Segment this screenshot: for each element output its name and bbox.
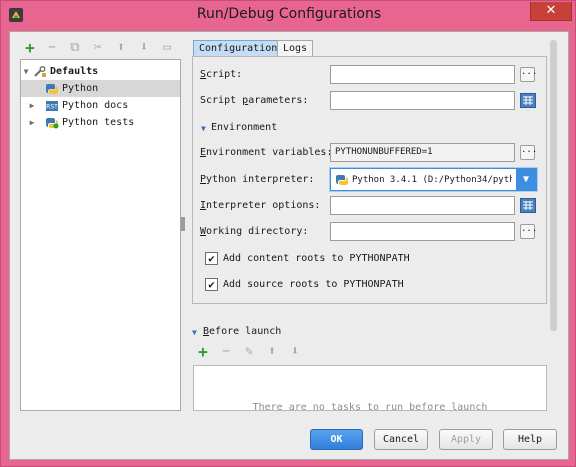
splitter-handle[interactable] xyxy=(181,217,185,231)
help-button[interactable]: Help xyxy=(503,429,557,450)
chevron-down-icon[interactable]: ▼ xyxy=(516,169,536,190)
close-button[interactable]: ✕ xyxy=(530,2,572,21)
interpreter-options-input[interactable] xyxy=(330,196,515,215)
edit-env-vars-button[interactable]: ... xyxy=(520,145,537,160)
add-config-button[interactable]: + xyxy=(22,38,38,57)
script-parameters-label: Script parameters: xyxy=(200,95,308,106)
working-directory-input[interactable] xyxy=(330,222,515,241)
title-bar[interactable]: Run/Debug Configurations ✕ xyxy=(1,1,576,29)
tree-item-label: Python docs xyxy=(62,100,129,111)
tree-item-defaults[interactable]: ▼ Defaults xyxy=(21,63,180,80)
run-debug-window: Run/Debug Configurations ✕ + − ⧉ ✂ ⬆ ⬇ ▭… xyxy=(0,0,576,467)
working-directory-label: Working directory: xyxy=(200,226,308,237)
expand-arrow-icon[interactable]: ▶ xyxy=(21,101,43,110)
tab-logs[interactable]: Logs xyxy=(277,40,314,57)
svg-text:RST: RST xyxy=(46,103,58,110)
environment-section-label: Environment xyxy=(211,122,278,133)
edit-task-button[interactable]: ✎ xyxy=(241,344,257,359)
content-roots-checkbox[interactable]: ✔ xyxy=(205,252,218,265)
label-text: ython interpreter: xyxy=(206,174,315,185)
config-tree[interactable]: ▼ Defaults Python ▶ RST Python docs ▶ Py… xyxy=(20,59,181,411)
interpreter-options-label: Interpreter options: xyxy=(200,200,320,211)
python-icon xyxy=(46,83,58,94)
tree-item-python-docs[interactable]: ▶ RST Python docs xyxy=(21,97,180,114)
move-down-button[interactable]: ⬇ xyxy=(136,40,152,55)
python-interpreter-label: Python interpreter: xyxy=(200,174,314,185)
environment-variables-label: Environment variables: xyxy=(200,147,332,158)
content-roots-label: Add content roots to PYTHONPATH xyxy=(223,253,410,264)
tree-item-label: Defaults xyxy=(50,66,99,77)
edit-defaults-button[interactable]: ✂ xyxy=(90,40,106,55)
remove-config-button[interactable]: − xyxy=(44,40,60,55)
configuration-panel: Script: ... Script parameters: ▼ Environ… xyxy=(192,56,547,304)
add-task-button[interactable]: + xyxy=(195,342,211,361)
expand-table-icon[interactable] xyxy=(520,198,536,213)
remove-task-button[interactable]: − xyxy=(218,344,234,359)
script-input[interactable] xyxy=(330,65,515,84)
label-text: orking directory: xyxy=(206,226,309,237)
vertical-scrollbar[interactable] xyxy=(550,40,557,331)
python-tests-icon xyxy=(46,117,59,128)
collapse-arrow-icon[interactable]: ▼ xyxy=(21,67,31,76)
environment-variables-field[interactable]: PYTHONUNBUFFERED=1 xyxy=(330,143,515,162)
move-task-down-button[interactable]: ⬇ xyxy=(287,344,303,359)
section-collapse-icon[interactable]: ▼ xyxy=(201,124,206,133)
before-launch-task-list[interactable]: There are no tasks to run before launch xyxy=(193,365,547,411)
python-docs-icon: RST xyxy=(46,100,58,111)
wrench-icon xyxy=(34,65,46,77)
script-label: Script: xyxy=(200,69,242,80)
label-text: nterpreter options: xyxy=(206,200,321,211)
tree-item-label: Python tests xyxy=(62,117,135,128)
tree-item-python[interactable]: Python xyxy=(21,80,180,97)
move-task-up-button[interactable]: ⬆ xyxy=(264,344,280,359)
folder-button[interactable]: ▭ xyxy=(159,40,175,55)
interpreter-value: Python 3.4.1 (D:/Python34/python.exe) xyxy=(352,174,512,185)
before-launch-label: Before launch xyxy=(203,326,281,337)
python-icon xyxy=(336,174,348,185)
section-collapse-icon[interactable]: ▼ xyxy=(192,328,197,337)
source-roots-checkbox[interactable]: ✔ xyxy=(205,278,218,291)
browse-script-button[interactable]: ... xyxy=(520,67,537,82)
cancel-button[interactable]: Cancel xyxy=(374,429,428,450)
label-text: Script xyxy=(200,95,243,106)
tree-item-label: Python xyxy=(62,83,99,94)
label-text: nvironment variables: xyxy=(206,147,333,158)
ok-button[interactable]: OK xyxy=(310,429,363,450)
expand-table-icon[interactable] xyxy=(520,93,536,108)
dialog-body: + − ⧉ ✂ ⬆ ⬇ ▭ ▼ Defaults Python ▶ RST Py… xyxy=(9,31,569,460)
label-text: efore launch xyxy=(209,326,282,337)
tree-item-python-tests[interactable]: ▶ Python tests xyxy=(21,114,180,131)
apply-button[interactable]: Apply xyxy=(439,429,493,450)
expand-arrow-icon[interactable]: ▶ xyxy=(21,118,43,127)
move-up-button[interactable]: ⬆ xyxy=(113,40,129,55)
label-text: arameters: xyxy=(248,95,309,106)
label-text: cript: xyxy=(206,69,243,80)
script-parameters-input[interactable] xyxy=(330,91,515,110)
tab-configuration[interactable]: Configuration xyxy=(193,40,284,57)
browse-working-dir-button[interactable]: ... xyxy=(520,224,537,239)
empty-tasks-message: There are no tasks to run before launch xyxy=(252,402,488,411)
copy-config-button[interactable]: ⧉ xyxy=(67,40,83,55)
window-title: Run/Debug Configurations xyxy=(196,6,382,22)
source-roots-label: Add source roots to PYTHONPATH xyxy=(223,279,404,290)
python-interpreter-select[interactable]: Python 3.4.1 (D:/Python34/python.exe) ▼ xyxy=(330,168,537,191)
